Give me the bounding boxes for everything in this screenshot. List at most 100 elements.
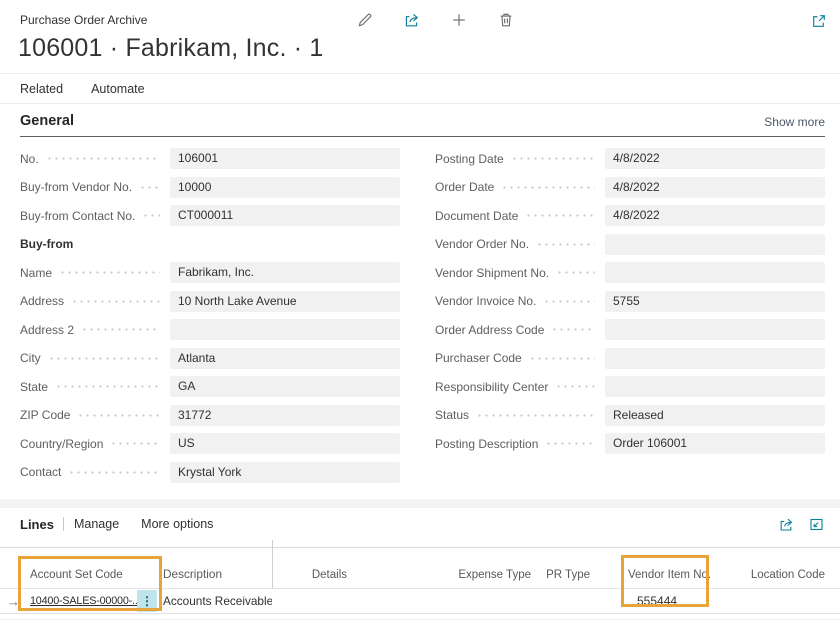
field-value-posting-date[interactable]: 4/8/2022 (605, 148, 825, 169)
field-value-vendor-order-no[interactable] (605, 234, 825, 255)
more-options-menu[interactable]: More options (141, 517, 213, 531)
field-row-order-date: Order Date 4/8/2022 (435, 177, 825, 198)
assist-edit-ellipsis-icon[interactable]: ⋮ (137, 590, 157, 612)
general-fasttab: General Show more No. 106001 Buy-from Ve… (0, 104, 840, 499)
dotted-leader (545, 442, 595, 445)
dotted-leader (139, 186, 160, 189)
dotted-leader (46, 157, 160, 160)
column-header-details[interactable]: Details (272, 569, 352, 581)
field-label: City (20, 351, 41, 365)
empty-grid-row (0, 614, 840, 620)
field-value-document-date[interactable]: 4/8/2022 (605, 205, 825, 226)
account-set-code-link[interactable]: 10400-SALES-00000-... (30, 595, 137, 607)
column-header-vendor-item-no[interactable]: Vendor Item No. (595, 569, 710, 581)
dotted-leader (501, 186, 595, 189)
dotted-leader (551, 328, 595, 331)
field-value-order-date[interactable]: 4/8/2022 (605, 177, 825, 198)
field-row-country-region: Country/Region US (20, 433, 400, 454)
field-value-responsibility-center[interactable] (605, 376, 825, 397)
column-header-expense-type[interactable]: Expense Type (352, 569, 536, 581)
dotted-leader (71, 300, 160, 303)
field-value-buy-from-contact-no[interactable]: CT000011 (170, 205, 400, 226)
add-icon[interactable] (450, 11, 468, 29)
dotted-leader (543, 300, 595, 303)
breadcrumb[interactable]: Purchase Order Archive (20, 13, 147, 27)
field-label: Posting Description (435, 437, 538, 451)
open-in-new-window-icon[interactable] (810, 12, 828, 30)
field-value-order-address-code[interactable] (605, 319, 825, 340)
field-value-no[interactable]: 106001 (170, 148, 400, 169)
field-label: Buy-from Vendor No. (20, 180, 132, 194)
field-label: Posting Date (435, 152, 504, 166)
field-label: Address 2 (20, 323, 74, 337)
field-row-no: No. 106001 (20, 148, 400, 169)
field-row-name: Name Fabrikam, Inc. (20, 262, 400, 283)
field-value-buy-from-vendor-no[interactable]: 10000 (170, 177, 400, 198)
general-form: No. 106001 Buy-from Vendor No. 10000 Buy… (20, 148, 825, 490)
action-menu-bar: Related Automate (0, 74, 840, 104)
share-icon[interactable] (403, 11, 421, 29)
field-row-posting-description: Posting Description Order 106001 (435, 433, 825, 454)
dotted-leader (476, 414, 595, 417)
dotted-leader (55, 385, 160, 388)
dotted-leader (59, 271, 160, 274)
general-left-column: No. 106001 Buy-from Vendor No. 10000 Buy… (20, 148, 400, 490)
menu-related[interactable]: Related (20, 82, 63, 96)
field-value-city[interactable]: Atlanta (170, 348, 400, 369)
cell-description[interactable]: Accounts Receivable (160, 594, 272, 608)
field-value-name[interactable]: Fabrikam, Inc. (170, 262, 400, 283)
general-header: General Show more (20, 113, 825, 137)
lines-grid-header: Account Set Code Description Details Exp… (0, 548, 840, 589)
buy-from-group-heading: Buy-from (20, 234, 400, 255)
field-value-vendor-invoice-no[interactable]: 5755 (605, 291, 825, 312)
lines-toolbar-icons (778, 516, 825, 533)
field-value-status[interactable]: Released (605, 405, 825, 426)
column-header-pr-type[interactable]: PR Type (536, 569, 595, 581)
page-actions (356, 11, 515, 29)
dotted-leader (536, 243, 595, 246)
section-separator (0, 499, 840, 508)
cell-account-set-code: 10400-SALES-00000-... ⋮ (26, 590, 160, 612)
general-title: General (20, 113, 74, 129)
field-value-address[interactable]: 10 North Lake Avenue (170, 291, 400, 312)
dotted-leader (555, 385, 595, 388)
field-value-vendor-shipment-no[interactable] (605, 262, 825, 283)
field-row-address: Address 10 North Lake Avenue (20, 291, 400, 312)
cell-vendor-item-no[interactable]: 555444 (595, 594, 710, 608)
field-value-purchaser-code[interactable] (605, 348, 825, 369)
lines-grid: Account Set Code Description Details Exp… (0, 547, 840, 620)
field-label: Vendor Invoice No. (435, 294, 536, 308)
edit-pencil-icon[interactable] (356, 11, 374, 29)
share-icon[interactable] (778, 516, 795, 533)
field-value-zip-code[interactable]: 31772 (170, 405, 400, 426)
field-value-country-region[interactable]: US (170, 433, 400, 454)
field-label: Document Date (435, 209, 518, 223)
dotted-leader (525, 214, 595, 217)
lines-tab[interactable]: Lines (20, 517, 54, 532)
field-row-address-2: Address 2 (20, 319, 400, 340)
dotted-leader (77, 414, 160, 417)
general-right-column: Posting Date 4/8/2022 Order Date 4/8/202… (435, 148, 825, 490)
field-row-posting-date: Posting Date 4/8/2022 (435, 148, 825, 169)
field-row-buy-from-contact-no: Buy-from Contact No. CT000011 (20, 205, 400, 226)
lines-fasttab: Lines Manage More options Account Set Co… (0, 508, 840, 623)
field-value-state[interactable]: GA (170, 376, 400, 397)
field-label: ZIP Code (20, 408, 70, 422)
field-value-contact[interactable]: Krystal York (170, 462, 400, 483)
focus-mode-icon[interactable] (808, 516, 825, 533)
dotted-leader (142, 214, 160, 217)
field-label: Status (435, 408, 469, 422)
field-value-address-2[interactable] (170, 319, 400, 340)
column-header-account-set-code[interactable]: Account Set Code (26, 569, 160, 581)
field-row-zip-code: ZIP Code 31772 (20, 405, 400, 426)
column-header-location-code[interactable]: Location Code (710, 569, 830, 581)
manage-menu[interactable]: Manage (74, 517, 119, 531)
field-row-city: City Atlanta (20, 348, 400, 369)
field-row-state: State GA (20, 376, 400, 397)
menu-automate[interactable]: Automate (91, 82, 145, 96)
dotted-leader (68, 471, 160, 474)
column-header-description[interactable]: Description (160, 567, 272, 581)
field-value-posting-description[interactable]: Order 106001 (605, 433, 825, 454)
delete-trash-icon[interactable] (497, 11, 515, 29)
show-more-link[interactable]: Show more (764, 115, 825, 129)
